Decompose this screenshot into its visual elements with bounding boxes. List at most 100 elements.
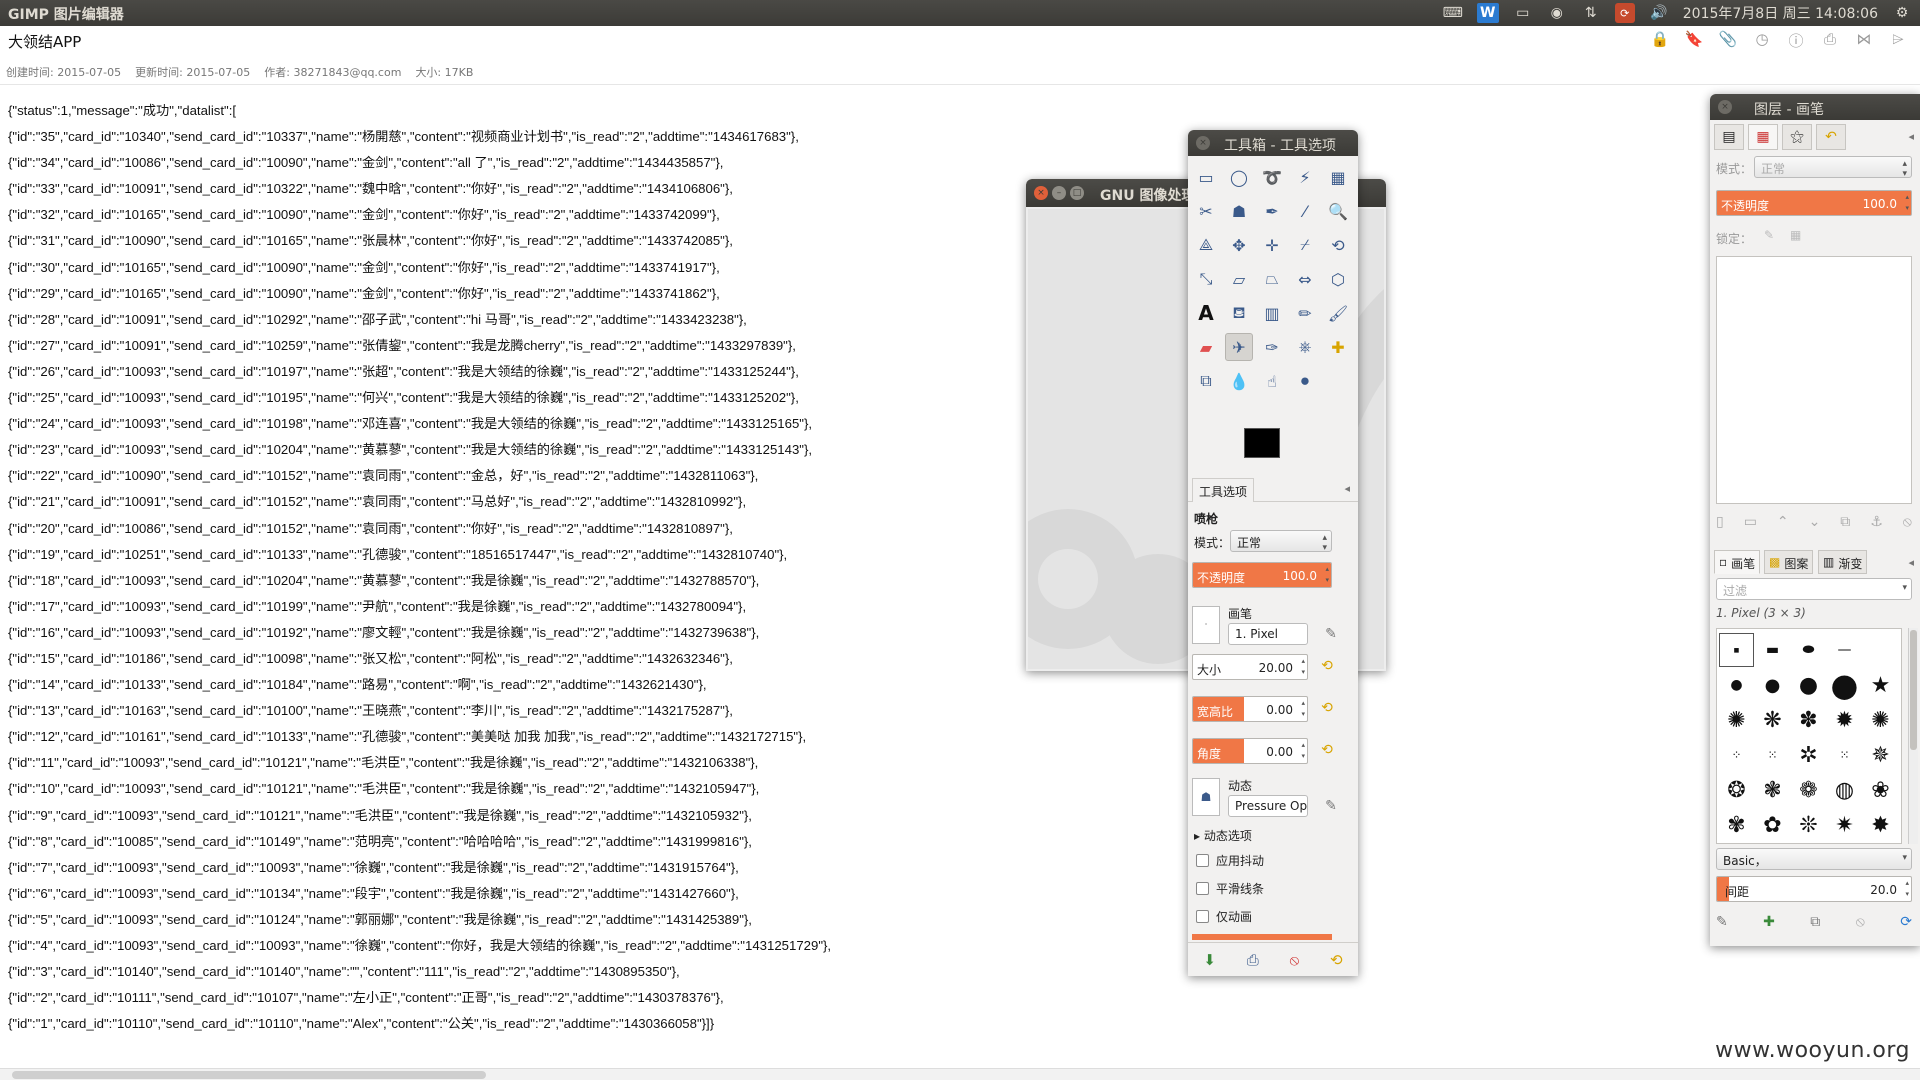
network-arrows-icon[interactable]: ⇅ [1581,3,1601,23]
color-select-icon[interactable]: ▦ [1324,163,1352,191]
close-icon[interactable]: × [1718,100,1732,114]
rate-slider-edge[interactable] [1192,934,1332,940]
brush-star[interactable]: ★ [1863,668,1898,702]
blur-icon[interactable]: 💧 [1225,367,1253,395]
delete-options-icon[interactable]: ⦸ [1289,951,1299,969]
brush-texture-5[interactable]: ❀ [1863,773,1898,807]
brush-preview[interactable]: · [1192,606,1220,644]
shear-icon[interactable]: ▱ [1225,265,1253,293]
reset-icon[interactable]: ⟲ [1330,951,1343,969]
brush-block[interactable]: ▬ [1755,633,1790,667]
eraser-icon[interactable]: ▰ [1192,333,1220,361]
bucket-fill-icon[interactable]: ⛾ [1225,299,1253,327]
crop-icon[interactable]: ⌿ [1291,231,1319,259]
lock-icon[interactable]: 🔒 [1650,30,1670,51]
brush-sponge-1[interactable]: ⁘ [1719,738,1754,772]
dynamics-options-expander[interactable]: ▸ 动态选项 [1194,827,1252,844]
brush-grunge-2[interactable]: ✿ [1755,808,1790,842]
edit-icon[interactable]: ✎ [1322,626,1340,644]
paths-icon[interactable]: ✒ [1258,197,1286,225]
brush-sponge-2[interactable]: ⁙ [1755,738,1790,772]
scissors-icon[interactable]: ✂ [1192,197,1220,225]
paths-tab-icon[interactable]: ⚝ [1782,124,1812,150]
brush-blank[interactable] [1863,633,1898,667]
perspective-clone-icon[interactable]: ⧉ [1192,367,1220,395]
spacing-slider[interactable]: 间距 20.0 ▴ ▾ [1716,876,1912,902]
gear-icon[interactable]: ⚙ [1892,3,1912,23]
clone-icon[interactable]: ⎈ [1291,333,1319,361]
heal-icon[interactable]: ✚ [1324,333,1352,361]
brush-splatter-3[interactable]: ✽ [1791,703,1826,737]
scroll-thumb[interactable] [1910,630,1917,750]
spinner-icon[interactable]: ▴ ▾ [1905,878,1909,900]
new-group-icon[interactable]: ▭ [1744,514,1757,530]
minimize-icon[interactable]: – [1052,186,1066,200]
brush-preset-select[interactable]: Basic， ▾ [1716,848,1912,870]
ellipse-select-icon[interactable]: ◯ [1225,163,1253,191]
motion-only-checkbox[interactable] [1196,910,1209,923]
brush-splatter-2[interactable]: ❋ [1755,703,1790,737]
brush-field[interactable]: 1. Pixel [1228,623,1308,645]
lasso-icon[interactable]: ➰ [1258,163,1286,191]
delete-layer-icon[interactable]: ⦸ [1903,514,1912,530]
brush-texture-2[interactable]: ❃ [1755,773,1790,807]
bookmark-icon[interactable]: 🔖 [1684,30,1704,51]
reset-icon[interactable]: ⟲ [1318,742,1336,760]
dock-titlebar[interactable]: × 图层 - 画笔 [1710,94,1920,120]
volume-icon[interactable]: 🔊 [1649,3,1669,23]
brush-splatter-5[interactable]: ✺ [1863,703,1898,737]
save-options-icon[interactable]: ⬇ [1203,951,1216,969]
color-swatches[interactable] [1244,428,1304,478]
brush-grunge-5[interactable]: ✸ [1863,808,1898,842]
mode-select[interactable]: 正常 ▴ ▾ [1230,530,1332,553]
tab-tool-options[interactable]: 工具选项 [1192,478,1255,502]
brush-sponge-4[interactable]: ⁙ [1827,738,1862,772]
brush-sponge-3[interactable]: ✲ [1791,738,1826,772]
layers-tab-icon[interactable]: ▤ [1714,124,1744,150]
layers-list[interactable] [1716,256,1912,504]
spinner-icon[interactable]: ▴ ▾ [1301,656,1305,678]
smudge-icon[interactable]: ☝ [1258,367,1286,395]
dock-menu-icon[interactable]: ◂ [1908,556,1914,569]
tag-icon[interactable]: ⌲ [1888,30,1908,51]
dynamics-field[interactable]: Pressure Opa [1228,795,1308,817]
smooth-stroke-checkbox[interactable] [1196,882,1209,895]
color-picker-icon[interactable]: ⁄ [1291,197,1319,225]
foreground-select-icon[interactable]: ☗ [1225,197,1253,225]
clock[interactable]: 2015年7月8日 周三 14:08:06 [1683,3,1878,23]
duplicate-layer-icon[interactable]: ⧉ [1840,514,1850,530]
zoom-icon[interactable]: 🔍 [1324,197,1352,225]
brush-ellipse[interactable]: ⬬ [1791,633,1826,667]
airbrush-icon[interactable]: ✈ [1225,333,1253,361]
blend-icon[interactable]: ▥ [1258,299,1286,327]
delete-brush-icon[interactable]: ⦸ [1856,914,1865,930]
lock-alpha-icon[interactable]: ▦ [1790,228,1801,242]
angle-slider[interactable]: 角度 0.00 ▴ ▾ [1192,738,1308,764]
dock-mode-select[interactable]: 正常 ▴ ▾ [1754,156,1912,179]
brush-grunge-3[interactable]: ❊ [1791,808,1826,842]
opacity-slider[interactable]: 不透明度 100.0 ▴ ▾ [1192,562,1332,588]
refresh-brushes-icon[interactable]: ⟳ [1900,914,1912,930]
toolbox-window[interactable]: × 工具箱 - 工具选项 ▭ ◯ ➰ ⚡ ▦ ✂ ☗ ✒ ⁄ 🔍 ⟁ ✥ ✛ ⌿… [1188,130,1358,976]
toolbox-titlebar[interactable]: × 工具箱 - 工具选项 [1188,130,1358,156]
dock-opacity-slider[interactable]: 不透明度 100.0 ▴ ▾ [1716,190,1912,216]
brush-filter-field[interactable]: 过滤 ▾ [1716,578,1912,600]
brush-grunge-4[interactable]: ✷ [1827,808,1862,842]
brush-grid[interactable]: ■ ▬ ⬬ — ● ● ● ● ★ ✺ ❋ ✽ ✹ ✺ ⁘ ⁙ ✲ ⁙ ✵ ❂ … [1716,628,1902,844]
spinner-icon[interactable]: ▴ ▾ [1325,564,1329,586]
brush-splatter-1[interactable]: ✺ [1719,703,1754,737]
brush-line[interactable]: — [1827,633,1862,667]
reset-icon[interactable]: ⟲ [1318,658,1336,676]
perspective-icon[interactable]: ⏢ [1258,265,1286,293]
close-icon[interactable]: × [1196,136,1210,150]
duplicate-brush-icon[interactable]: ⧉ [1810,914,1820,930]
measure-icon[interactable]: ⟁ [1192,231,1220,259]
tab-menu-icon[interactable]: ◂ [1344,482,1350,495]
tab-patterns[interactable]: ▩ 图案 [1764,550,1814,574]
horizontal-scrollbar[interactable] [0,1068,1920,1080]
print-icon[interactable]: ⎙ [1820,30,1840,51]
apply-jitter-checkbox[interactable] [1196,854,1209,867]
raise-layer-icon[interactable]: ⌃ [1777,514,1789,530]
dodge-burn-icon[interactable]: ⚫ [1291,367,1319,395]
dock-menu-icon[interactable]: ◂ [1908,130,1914,143]
